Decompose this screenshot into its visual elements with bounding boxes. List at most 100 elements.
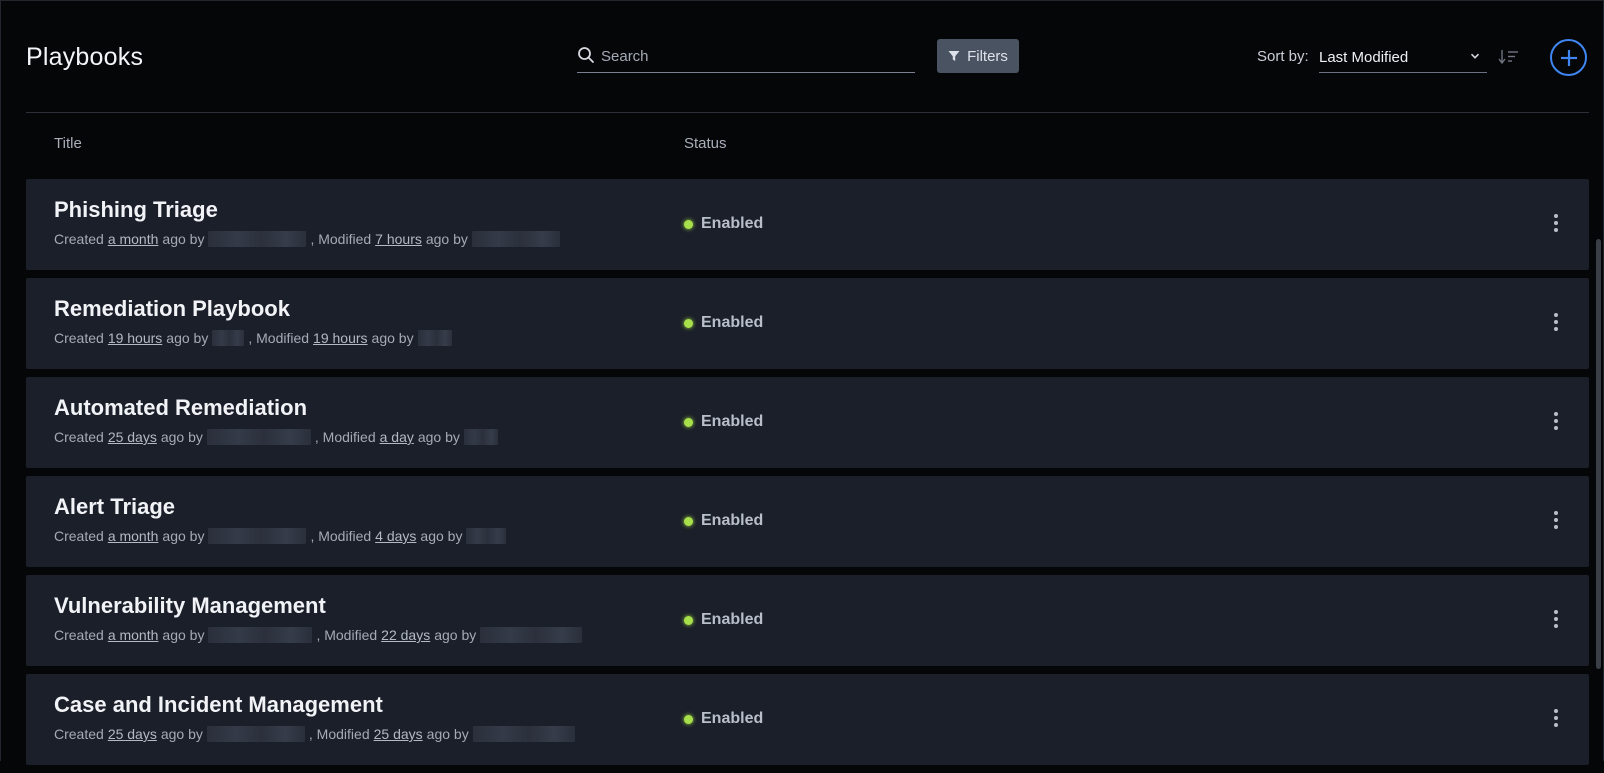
playbook-row[interactable]: Case and Incident Management Created 25 … — [26, 674, 1589, 765]
modified-time-link[interactable]: 19 hours — [313, 330, 367, 346]
status-dot-icon — [684, 615, 693, 625]
created-time-link[interactable]: a month — [108, 627, 159, 643]
modified-time-link[interactable]: 4 days — [375, 528, 416, 544]
playbook-row[interactable]: Phishing Triage Created a month ago by ,… — [26, 179, 1589, 270]
sort-descending-icon[interactable] — [1498, 49, 1520, 65]
modified-by-label: ago by — [417, 429, 460, 445]
modified-by-label: ago by — [434, 627, 477, 643]
created-label: Created — [54, 330, 104, 346]
app-frame: Playbooks Filters Sort by: Last Modified — [0, 0, 1604, 765]
created-time-link[interactable]: 25 days — [108, 726, 157, 742]
status-label: Enabled — [701, 215, 764, 232]
created-by-label: ago by — [160, 429, 203, 445]
status-dot-icon — [684, 417, 693, 427]
redacted-user — [206, 429, 311, 445]
sort-select[interactable]: Last Modified — [1319, 41, 1487, 73]
created-label: Created — [54, 231, 104, 247]
search-box[interactable] — [577, 41, 915, 73]
playbook-row[interactable]: Alert Triage Created a month ago by , Mo… — [26, 476, 1589, 567]
created-by-label: ago by — [162, 231, 205, 247]
more-vertical-icon[interactable] — [1549, 409, 1563, 433]
created-label: Created — [54, 528, 104, 544]
modified-by-label: ago by — [371, 330, 414, 346]
playbook-title[interactable]: Vulnerability Management — [54, 593, 326, 619]
status-badge: Enabled — [684, 314, 763, 332]
playbook-title[interactable]: Phishing Triage — [54, 197, 218, 223]
status-label: Enabled — [701, 314, 764, 331]
status-dot-icon — [684, 318, 693, 328]
modified-label: , Modified — [316, 627, 378, 643]
redacted-user — [417, 330, 452, 346]
created-time-link[interactable]: 19 hours — [108, 330, 162, 346]
modified-time-link[interactable]: 7 hours — [375, 231, 422, 247]
created-by-label: ago by — [162, 627, 205, 643]
redacted-user — [480, 627, 583, 643]
redacted-user — [472, 726, 575, 742]
page-title: Playbooks — [26, 43, 144, 71]
page-header: Playbooks Filters Sort by: Last Modified — [1, 1, 1604, 113]
playbook-meta: Created a month ago by , Modified 7 hour… — [54, 231, 564, 247]
playbook-row[interactable]: Vulnerability Management Created a month… — [26, 575, 1589, 666]
playbook-meta: Created 25 days ago by , Modified 25 day… — [54, 726, 579, 742]
more-vertical-icon[interactable] — [1549, 211, 1563, 235]
status-label: Enabled — [701, 710, 764, 727]
created-time-link[interactable]: 25 days — [108, 429, 157, 445]
playbook-row[interactable]: Remediation Playbook Created 19 hours ag… — [26, 278, 1589, 369]
created-by-label: ago by — [162, 528, 205, 544]
modified-label: , Modified — [248, 330, 310, 346]
playbook-meta: Created 25 days ago by , Modified a day … — [54, 429, 502, 445]
status-badge: Enabled — [684, 413, 763, 431]
playbook-row[interactable]: Automated Remediation Created 25 days ag… — [26, 377, 1589, 468]
playbook-title[interactable]: Automated Remediation — [54, 395, 307, 421]
header-divider — [26, 112, 1589, 113]
created-label: Created — [54, 429, 104, 445]
redacted-user — [463, 429, 498, 445]
more-vertical-icon[interactable] — [1549, 310, 1563, 334]
modified-label: , Modified — [308, 726, 370, 742]
search-icon — [578, 47, 594, 63]
filters-button[interactable]: Filters — [937, 39, 1019, 73]
sort-label: Sort by: — [1257, 48, 1309, 65]
playbook-title[interactable]: Remediation Playbook — [54, 296, 290, 322]
redacted-user — [208, 627, 313, 643]
modified-time-link[interactable]: 25 days — [374, 726, 423, 742]
modified-by-label: ago by — [426, 726, 469, 742]
playbook-title[interactable]: Case and Incident Management — [54, 692, 383, 718]
more-vertical-icon[interactable] — [1549, 508, 1563, 532]
status-label: Enabled — [701, 413, 764, 430]
created-by-label: ago by — [160, 726, 203, 742]
redacted-user — [206, 726, 305, 742]
add-playbook-button[interactable] — [1550, 39, 1587, 76]
created-label: Created — [54, 627, 104, 643]
search-input[interactable] — [601, 45, 901, 67]
plus-icon — [1560, 49, 1577, 66]
status-label: Enabled — [701, 512, 764, 529]
modified-time-link[interactable]: a day — [380, 429, 414, 445]
modified-label: , Modified — [314, 429, 376, 445]
modified-label: , Modified — [310, 528, 372, 544]
playbook-meta: Created a month ago by , Modified 4 days… — [54, 528, 510, 544]
redacted-user — [471, 231, 560, 247]
more-vertical-icon[interactable] — [1549, 706, 1563, 730]
filters-button-label: Filters — [967, 47, 1008, 65]
created-time-link[interactable]: a month — [108, 231, 159, 247]
status-badge: Enabled — [684, 512, 763, 530]
redacted-user — [208, 231, 307, 247]
list-scrollbar[interactable] — [1596, 239, 1601, 669]
modified-label: , Modified — [310, 231, 372, 247]
redacted-user — [466, 528, 507, 544]
created-time-link[interactable]: a month — [108, 528, 159, 544]
modified-time-link[interactable]: 22 days — [381, 627, 430, 643]
column-header-title[interactable]: Title — [54, 135, 82, 152]
more-vertical-icon[interactable] — [1549, 607, 1563, 631]
playbook-list: Phishing Triage Created a month ago by ,… — [26, 179, 1589, 773]
filter-icon — [948, 51, 960, 61]
modified-by-label: ago by — [425, 231, 468, 247]
chevron-down-icon — [1470, 53, 1480, 59]
modified-by-label: ago by — [420, 528, 463, 544]
playbook-title[interactable]: Alert Triage — [54, 494, 175, 520]
sort-select-value: Last Modified — [1319, 49, 1409, 66]
status-label: Enabled — [701, 611, 764, 628]
status-dot-icon — [684, 516, 693, 526]
column-header-status[interactable]: Status — [684, 135, 727, 152]
